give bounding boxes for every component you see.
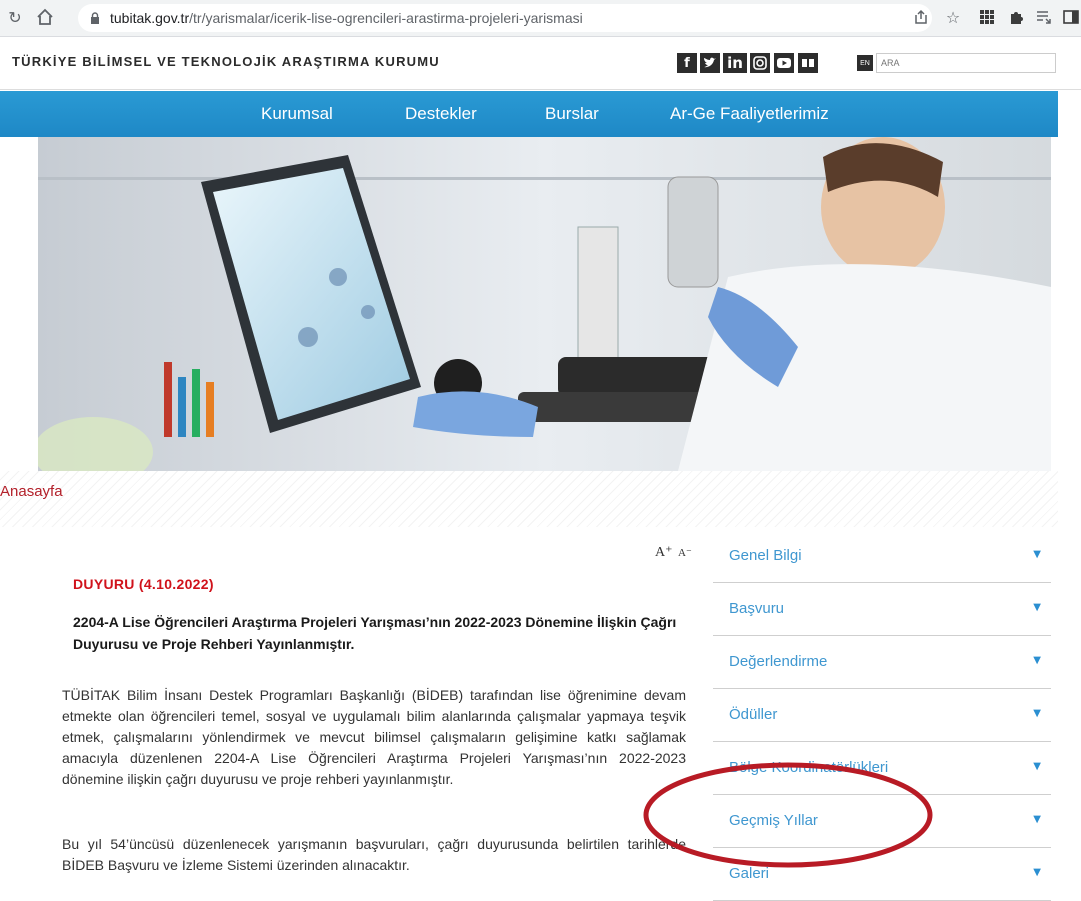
font-increase-button[interactable]: A⁺ [655, 545, 673, 560]
caret-down-icon: ▼ [1033, 867, 1041, 878]
body-paragraph-2: Bu yıl 54’üncüsü düzenlenecek yarışmanın… [62, 836, 686, 873]
site-header: TÜRKİYE BİLİMSEL VE TEKNOLOJİK ARAŞTIRMA… [0, 37, 1081, 90]
nav-item-burslar[interactable]: Burslar [545, 104, 599, 124]
share-icon[interactable] [910, 6, 932, 28]
body-paragraph-1: TÜBİTAK Bilim İnsanı Destek Programları … [62, 687, 686, 787]
breadcrumb: Anasayfa [0, 471, 1058, 527]
font-decrease-button[interactable]: A⁻ [678, 547, 692, 559]
address-bar[interactable]: tubitak.gov.tr/tr/yarismalar/icerik-lise… [78, 4, 932, 32]
browser-toolbar: ↻ tubitak.gov.tr/tr/yarismalar/icerik-li… [0, 0, 1081, 37]
caret-down-icon: ▼ [1033, 602, 1041, 613]
main-nav: Kurumsal Destekler Burslar Ar-Ge Faaliye… [0, 91, 1058, 137]
book-icon[interactable] [798, 53, 818, 73]
facebook-icon[interactable]: f [677, 53, 697, 73]
linkedin-icon[interactable]: in [723, 53, 747, 73]
language-switch-en[interactable]: EN [857, 55, 873, 71]
caret-down-icon: ▼ [1033, 655, 1041, 666]
url-text: tubitak.gov.tr/tr/yarismalar/icerik-lise… [110, 10, 583, 26]
bookmark-star-icon[interactable]: ☆ [942, 6, 964, 28]
sidebar-item-genel-bilgi[interactable]: Genel Bilgi ▼ [713, 530, 1051, 583]
caret-down-icon: ▼ [1033, 549, 1041, 560]
caret-down-icon: ▼ [1033, 814, 1041, 825]
nav-item-destekler[interactable]: Destekler [405, 104, 477, 124]
side-panel-icon[interactable] [1060, 6, 1081, 28]
extensions-puzzle-icon[interactable] [1005, 6, 1027, 28]
twitter-icon[interactable] [700, 53, 720, 73]
reload-icon[interactable]: ↻ [4, 6, 26, 28]
nav-item-kurumsal[interactable]: Kurumsal [261, 104, 333, 124]
url-path: /tr/yarismalar/icerik-lise-ogrencileri-a… [189, 10, 583, 26]
nav-item-arge[interactable]: Ar-Ge Faaliyetlerimiz [670, 104, 829, 124]
breadcrumb-home-link[interactable]: Anasayfa [0, 483, 63, 500]
sidebar-item-degerlendirme[interactable]: Değerlendirme ▼ [713, 636, 1051, 689]
announcement-date: DUYURU (4.10.2022) [73, 576, 214, 592]
org-name: TÜRKİYE BİLİMSEL VE TEKNOLOJİK ARAŞTIRMA… [12, 54, 440, 69]
highlight-ellipse-annotation [643, 762, 933, 868]
caret-down-icon: ▼ [1033, 761, 1041, 772]
sidebar-item-label: Genel Bilgi [729, 547, 802, 564]
url-host: tubitak.gov.tr [110, 10, 190, 26]
lock-icon [90, 12, 100, 24]
sidebar-item-oduller[interactable]: Ödüller ▼ [713, 689, 1051, 742]
reading-list-icon[interactable] [1033, 6, 1055, 28]
caret-down-icon: ▼ [1033, 708, 1041, 719]
search-input[interactable] [876, 53, 1056, 73]
font-size-controls: A⁺ A⁻ [655, 544, 692, 561]
grid-extension-icon[interactable] [976, 6, 998, 28]
youtube-icon[interactable] [774, 53, 794, 73]
sidebar-item-basvuru[interactable]: Başvuru ▼ [713, 583, 1051, 636]
sidebar-item-label: Ödüller [729, 706, 778, 723]
sidebar-item-label: Değerlendirme [729, 653, 828, 670]
announcement-headline: 2204-A Lise Öğrencileri Araştırma Projel… [73, 614, 677, 652]
hero-image [38, 137, 1051, 471]
sidebar-item-label: Başvuru [729, 600, 785, 617]
home-icon[interactable] [34, 6, 56, 28]
instagram-icon[interactable] [750, 53, 770, 73]
